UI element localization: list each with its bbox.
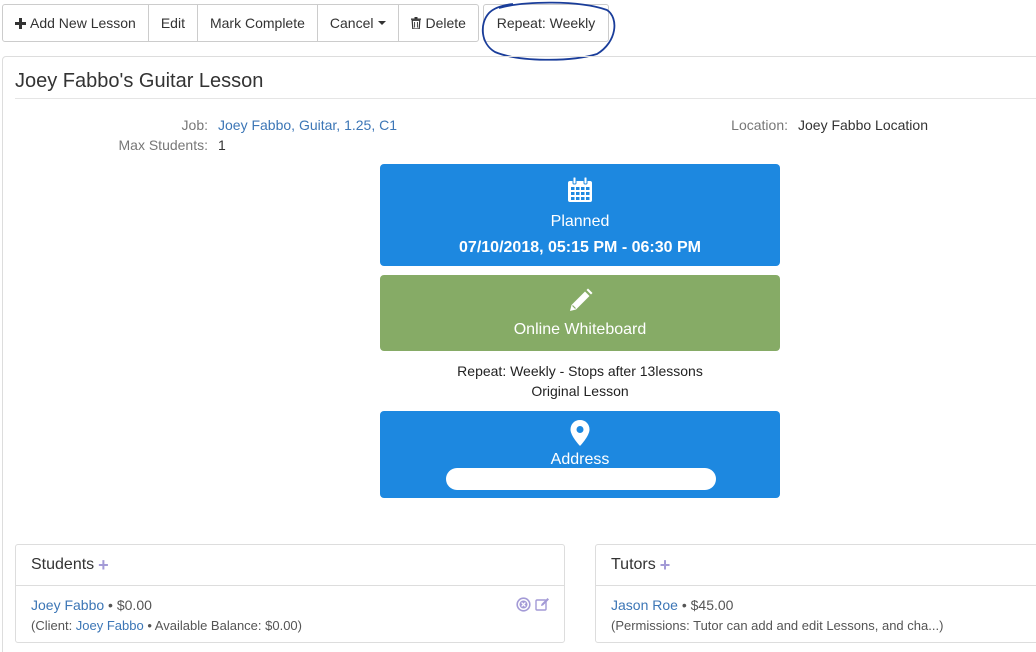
tutor-permissions: (Permissions: Tutor can add and edit Les… bbox=[611, 618, 944, 633]
lesson-datetime: 07/10/2018, 05:15 PM - 06:30 PM bbox=[459, 239, 701, 256]
title-divider bbox=[15, 98, 1036, 99]
student-row-actions bbox=[516, 597, 550, 615]
add-new-lesson-label: Add New Lesson bbox=[30, 15, 136, 31]
tutors-heading: Tutors bbox=[611, 556, 656, 573]
location-value: Joey Fabbo Location bbox=[798, 117, 928, 133]
map-marker-icon bbox=[380, 420, 780, 449]
tutors-header: Tutors + bbox=[596, 545, 1036, 586]
tutor-row: Jason Roe • $45.00 bbox=[611, 597, 733, 613]
students-panel: Students + Joey Fabbo • $0.00 (Client: J… bbox=[15, 544, 565, 643]
tutors-panel: Tutors + Jason Roe • $45.00 (Permissions… bbox=[595, 544, 1036, 643]
edit-label: Edit bbox=[160, 15, 185, 31]
repeat-weekly-button[interactable]: Repeat: Weekly bbox=[483, 4, 609, 42]
add-new-lesson-button[interactable]: Add New Lesson bbox=[2, 4, 149, 42]
address-label: Address bbox=[550, 451, 610, 468]
add-tutor-icon[interactable]: + bbox=[660, 556, 671, 574]
caret-down-icon bbox=[378, 21, 387, 25]
lesson-status: Planned bbox=[550, 213, 610, 230]
page-title: Joey Fabbo's Guitar Lesson bbox=[15, 70, 264, 92]
redacted-address bbox=[446, 468, 716, 490]
original-lesson-text: Original Lesson bbox=[531, 383, 629, 399]
cancel-label: Cancel bbox=[329, 15, 374, 31]
client-prefix: (Client: bbox=[31, 618, 76, 633]
students-header: Students + bbox=[16, 545, 564, 586]
plus-icon bbox=[15, 17, 26, 29]
add-student-icon[interactable]: + bbox=[98, 556, 109, 574]
client-name-link[interactable]: Joey Fabbo bbox=[76, 618, 144, 633]
student-name-link[interactable]: Joey Fabbo bbox=[31, 597, 104, 613]
mark-complete-button[interactable]: Mark Complete bbox=[196, 4, 318, 42]
job-label: Job: bbox=[181, 117, 208, 133]
lesson-status-card[interactable]: Planned 07/10/2018, 05:15 PM - 06:30 PM bbox=[380, 164, 780, 266]
calendar-icon bbox=[380, 176, 780, 207]
students-heading: Students bbox=[31, 556, 95, 573]
edit-button[interactable]: Edit bbox=[147, 4, 198, 42]
tutor-amount: • $45.00 bbox=[677, 597, 734, 613]
max-students-label: Max Students: bbox=[118, 137, 209, 153]
student-row: Joey Fabbo • $0.00 bbox=[31, 597, 152, 613]
online-whiteboard-button[interactable]: Online Whiteboard bbox=[380, 275, 780, 351]
remove-student-icon[interactable] bbox=[516, 597, 531, 615]
whiteboard-label: Online Whiteboard bbox=[513, 321, 647, 338]
cancel-dropdown-button[interactable]: Cancel bbox=[316, 4, 400, 42]
tutor-name-link[interactable]: Jason Roe bbox=[611, 597, 678, 613]
job-link[interactable]: Joey Fabbo, Guitar, 1.25, C1 bbox=[218, 117, 397, 133]
repeat-weekly-label: Repeat: Weekly bbox=[496, 15, 596, 31]
lesson-toolbar: Add New Lesson Edit Mark Complete Cancel… bbox=[2, 4, 479, 42]
student-client-row: (Client: Joey Fabbo • Available Balance:… bbox=[31, 618, 302, 633]
trash-icon bbox=[411, 17, 422, 29]
pencil-icon bbox=[380, 288, 780, 317]
repeat-info: Repeat: Weekly - Stops after 13lessons bbox=[457, 363, 703, 379]
max-students-value: 1 bbox=[218, 137, 226, 153]
location-label: Location: bbox=[731, 117, 788, 133]
student-amount: • $0.00 bbox=[104, 597, 152, 613]
edit-student-icon[interactable] bbox=[535, 597, 550, 615]
client-balance: • Available Balance: $0.00) bbox=[143, 618, 302, 633]
delete-button[interactable]: Delete bbox=[398, 4, 479, 42]
mark-complete-label: Mark Complete bbox=[209, 15, 305, 31]
delete-label: Delete bbox=[425, 15, 466, 31]
